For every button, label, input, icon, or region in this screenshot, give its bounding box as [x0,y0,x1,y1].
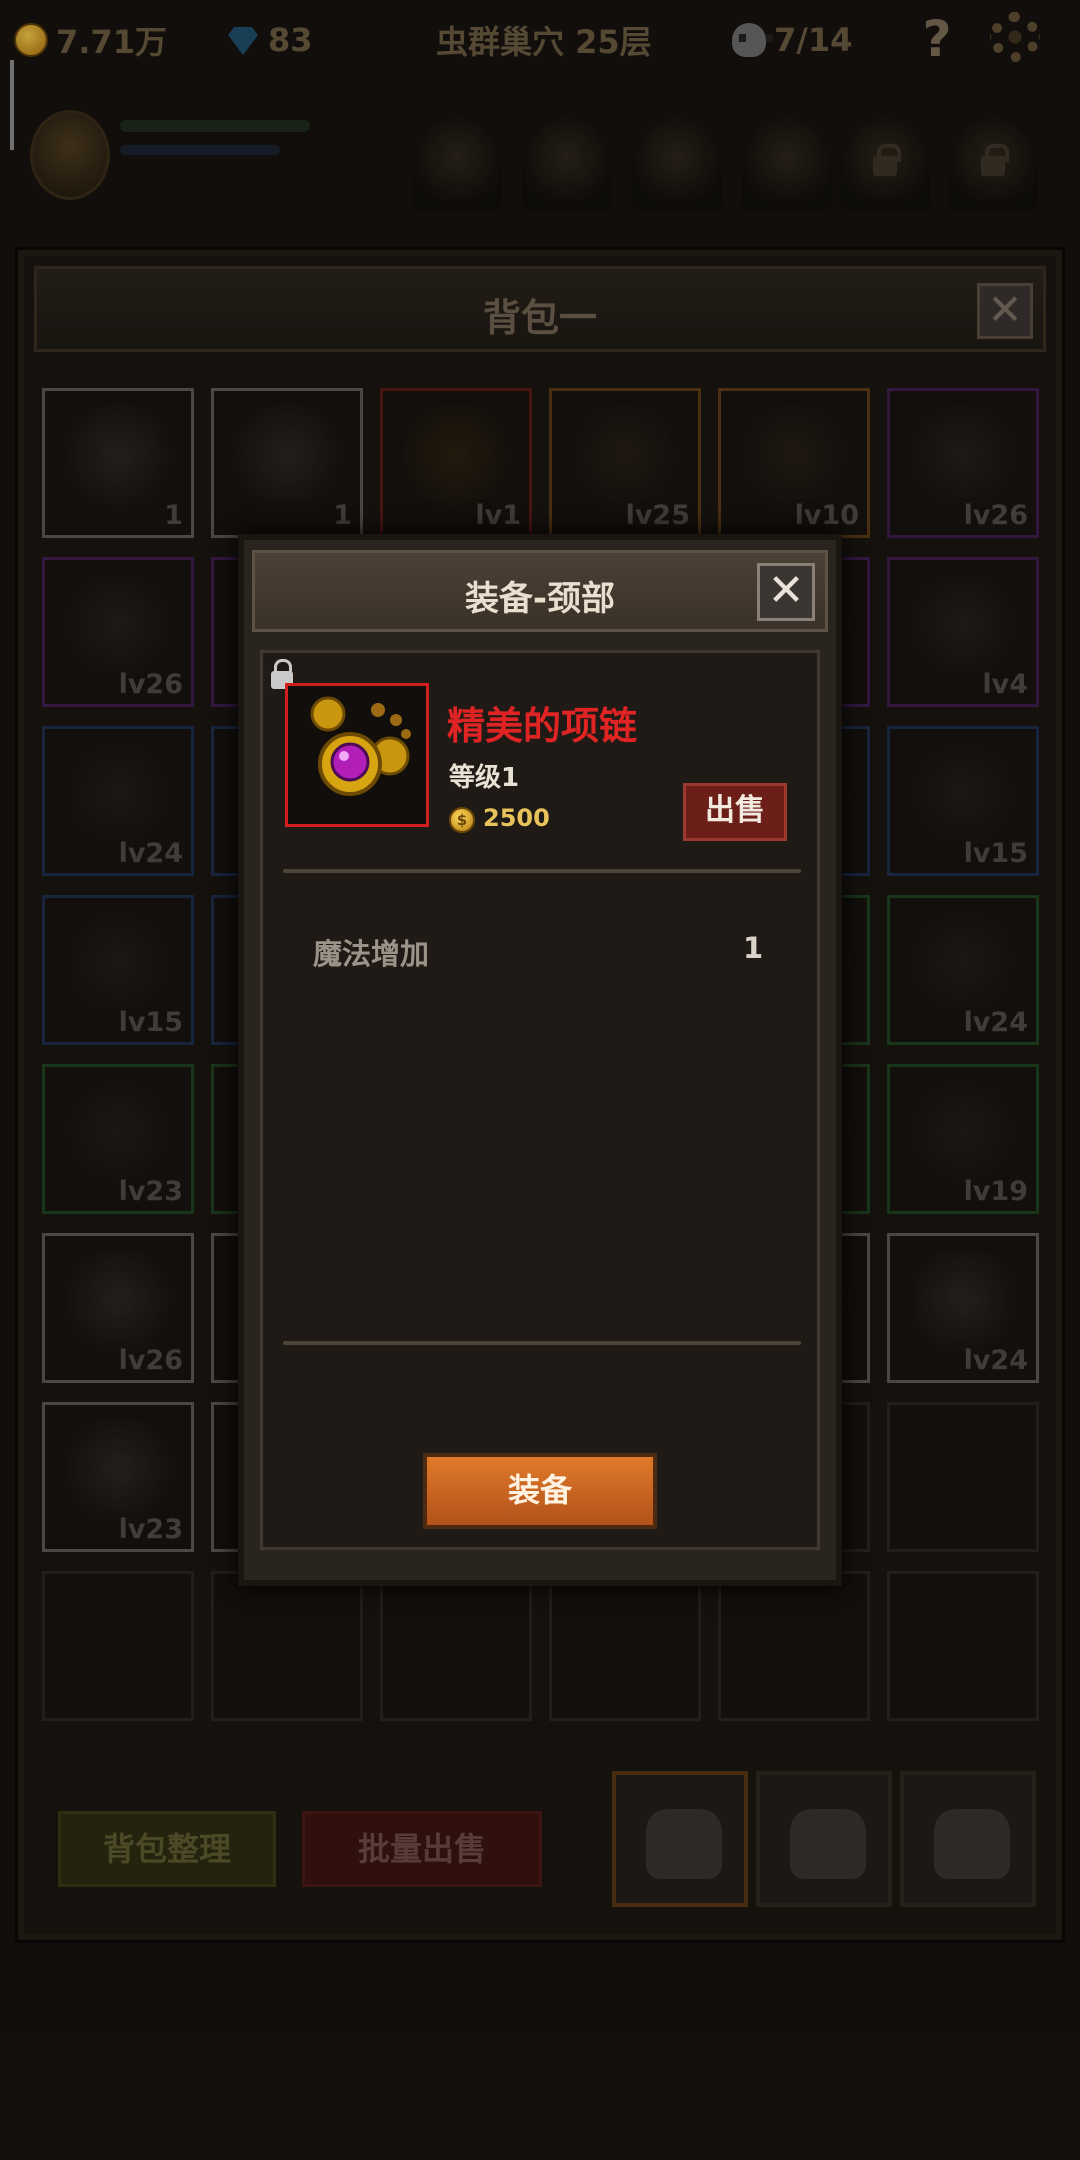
item-level: 等级1 [449,763,520,793]
equip-button[interactable]: 装备 [423,1453,657,1529]
item-price: 2500 [483,804,550,832]
coin-icon: $ [449,807,475,833]
dialog-title: 装备-颈部 [464,579,616,619]
item-icon-frame [285,683,429,827]
item-name: 精美的项链 [447,704,638,748]
equipment-dialog: 装备-颈部 ✕ 精美的项链 等级1 $ 2500 出售 魔法增加 1 装备 [238,534,842,1586]
stat-name: 魔法增加 [313,937,430,971]
game-screen: 7.71万 83 虫群巢穴 25层 7/14 ? 背包一 ✕ 1 1 lv1 lv25 [0,0,1080,2160]
divider-bottom [283,1341,801,1345]
sell-button[interactable]: 出售 [683,783,787,841]
stat-value: 1 [743,931,764,965]
divider-top [283,869,801,873]
dialog-header: 装备-颈部 ✕ [252,550,828,632]
dialog-close-button[interactable]: ✕ [757,563,815,621]
dialog-body: 精美的项链 等级1 $ 2500 出售 魔法增加 1 装备 [260,650,820,1550]
necklace-icon [310,696,411,796]
